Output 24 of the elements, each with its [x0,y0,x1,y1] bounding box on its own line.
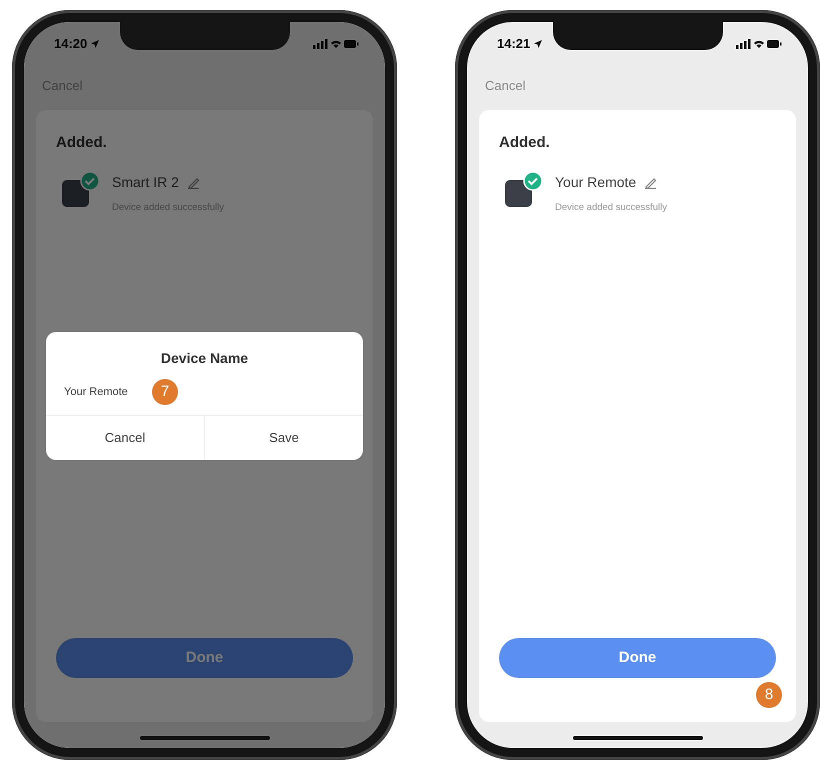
status-icons [313,38,359,50]
device-name: Smart IR 2 [112,173,179,192]
status-time: 14:21 [497,35,530,54]
device-icon [62,172,100,208]
step-badge: 7 [152,379,178,405]
location-icon [534,40,542,48]
device-status: Device added successfully [555,201,667,215]
done-button[interactable]: Done [56,638,353,678]
device-name: Your Remote [555,173,636,192]
name-field[interactable]: Your Remote [64,384,142,400]
status-icons [736,38,782,50]
dialog-button[interactable]: Save [204,416,363,460]
pencil-icon[interactable] [644,176,658,189]
location-icon [91,40,100,48]
status-time: 14:20 [54,35,88,54]
pencil-icon[interactable] [186,176,200,189]
card-title: Added. [56,132,108,152]
cancel-link[interactable]: Cancel [467,66,544,106]
dialog-title: Device Name [160,349,250,368]
done-button[interactable]: Done [499,638,776,678]
step-badge: 8 [756,682,782,708]
dialog-button[interactable]: Cancel [46,416,204,460]
card-title: Added. [499,132,551,152]
device-icon [505,172,543,208]
